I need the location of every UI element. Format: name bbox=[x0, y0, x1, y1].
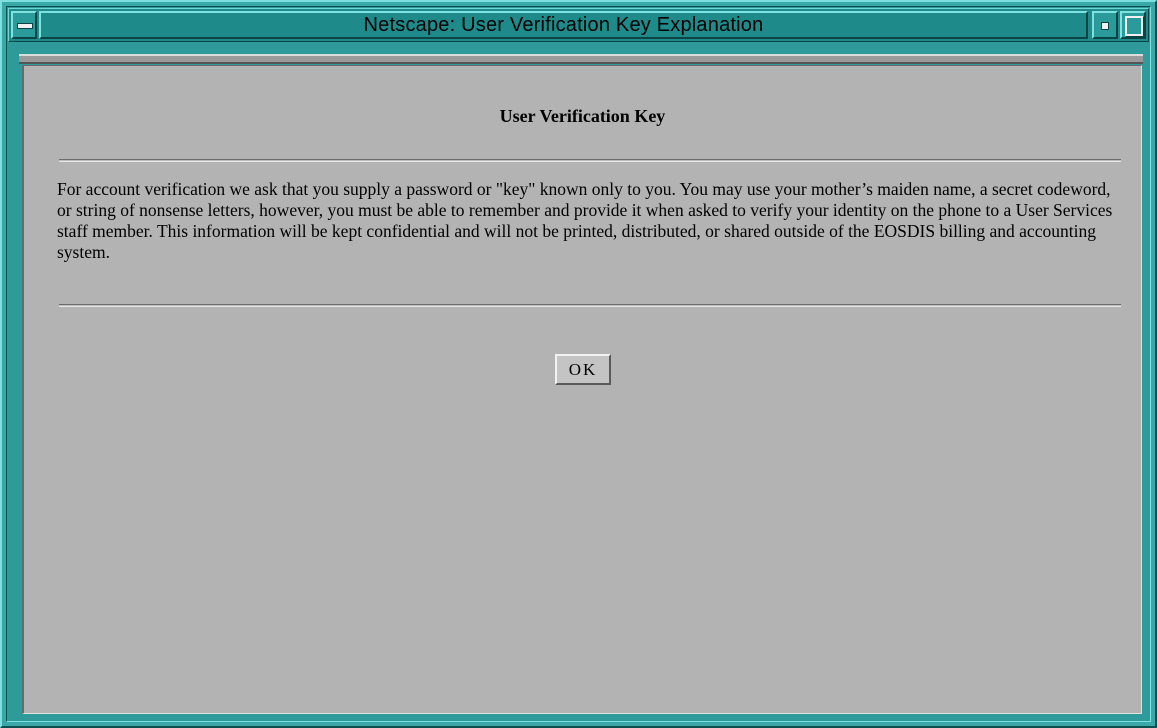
title-bar[interactable]: Netscape: User Verification Key Explanat… bbox=[8, 8, 1149, 42]
window-title: Netscape: User Verification Key Explanat… bbox=[363, 13, 764, 36]
page-heading: User Verification Key bbox=[499, 106, 666, 126]
browser-window: Netscape: User Verification Key Explanat… bbox=[0, 0, 1157, 728]
minimize-button[interactable] bbox=[1092, 11, 1118, 39]
toolbar-separator bbox=[19, 54, 1143, 64]
window-menu-icon bbox=[17, 23, 33, 29]
minimize-icon bbox=[1101, 22, 1109, 30]
explanation-text: For account verification we ask that you… bbox=[57, 179, 1113, 262]
horizontal-rule-top bbox=[59, 159, 1121, 162]
ok-button[interactable]: OK bbox=[555, 354, 611, 385]
maximize-button[interactable] bbox=[1120, 11, 1146, 39]
maximize-icon bbox=[1125, 16, 1143, 36]
page-content: User Verification Key For account verifi… bbox=[22, 65, 1142, 714]
title-area[interactable]: Netscape: User Verification Key Explanat… bbox=[39, 11, 1088, 39]
window-menu-button[interactable] bbox=[11, 11, 37, 39]
horizontal-rule-bottom bbox=[59, 304, 1121, 307]
